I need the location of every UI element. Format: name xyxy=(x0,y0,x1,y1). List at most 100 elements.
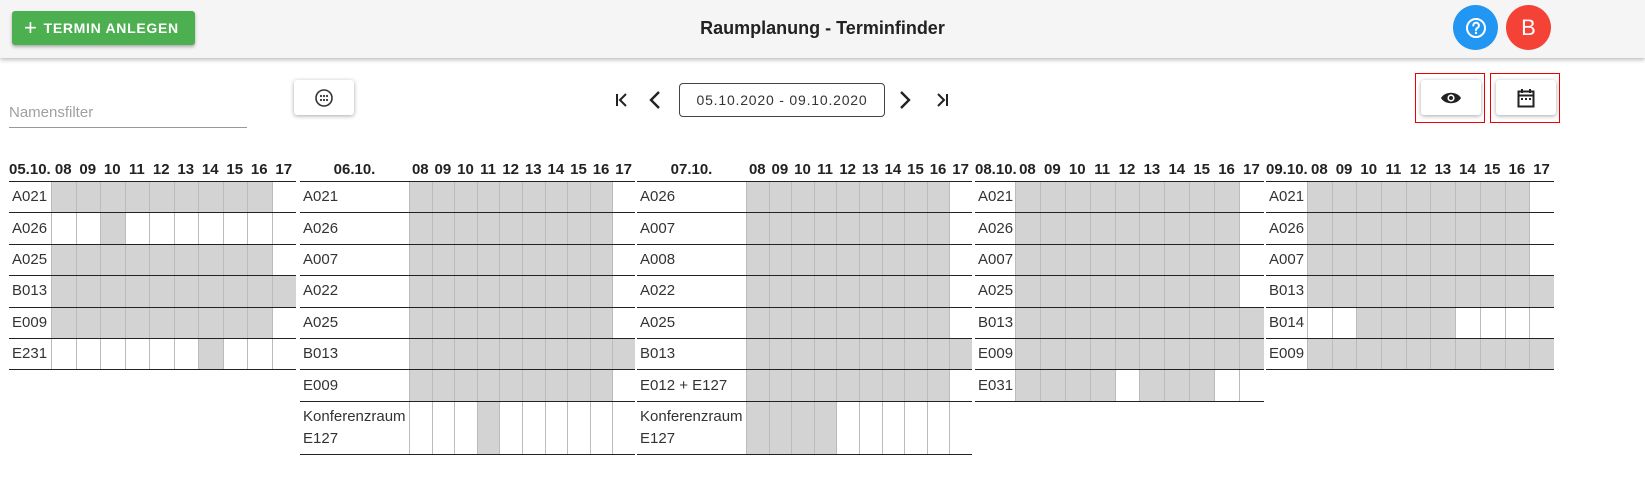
booked-slot[interactable] xyxy=(1307,338,1332,370)
booked-slot[interactable] xyxy=(1381,244,1406,276)
booked-slot[interactable] xyxy=(1164,370,1190,401)
booked-slot[interactable] xyxy=(1139,244,1165,276)
booked-slot[interactable] xyxy=(1430,276,1456,307)
booked-slot[interactable] xyxy=(499,276,522,307)
free-slot[interactable] xyxy=(1504,307,1530,338)
booked-slot[interactable] xyxy=(1504,182,1530,213)
free-slot[interactable] xyxy=(1214,370,1240,401)
booked-slot[interactable] xyxy=(791,338,814,370)
booked-slot[interactable] xyxy=(1381,307,1406,338)
booked-slot[interactable] xyxy=(904,244,927,276)
booked-slot[interactable] xyxy=(791,276,814,307)
booked-slot[interactable] xyxy=(836,244,859,276)
booked-slot[interactable] xyxy=(904,338,927,370)
booked-slot[interactable] xyxy=(1114,276,1140,307)
free-slot[interactable] xyxy=(271,307,296,338)
add-appointment-button[interactable]: + TERMIN ANLEGEN xyxy=(12,11,195,45)
booked-slot[interactable] xyxy=(454,370,477,401)
free-slot[interactable] xyxy=(544,401,568,455)
booked-slot[interactable] xyxy=(1381,338,1406,370)
booked-slot[interactable] xyxy=(124,244,149,276)
free-slot[interactable] xyxy=(612,370,635,401)
booked-slot[interactable] xyxy=(1356,244,1382,276)
free-slot[interactable] xyxy=(949,213,972,244)
booked-slot[interactable] xyxy=(1189,213,1215,244)
booked-slot[interactable] xyxy=(431,307,455,338)
booked-slot[interactable] xyxy=(768,244,792,276)
booked-slot[interactable] xyxy=(858,276,882,307)
booked-slot[interactable] xyxy=(1039,244,1065,276)
booked-slot[interactable] xyxy=(791,213,814,244)
booked-slot[interactable] xyxy=(836,276,859,307)
booked-slot[interactable] xyxy=(454,182,477,213)
booked-slot[interactable] xyxy=(1430,307,1456,338)
booked-slot[interactable] xyxy=(149,182,174,213)
booked-slot[interactable] xyxy=(768,213,792,244)
booked-slot[interactable] xyxy=(1214,276,1240,307)
free-slot[interactable] xyxy=(567,401,590,455)
booked-slot[interactable] xyxy=(198,338,223,370)
booked-slot[interactable] xyxy=(1405,338,1431,370)
booked-slot[interactable] xyxy=(100,244,125,276)
free-slot[interactable] xyxy=(1239,370,1264,401)
free-slot[interactable] xyxy=(1529,244,1554,276)
booked-slot[interactable] xyxy=(1089,338,1115,370)
booked-slot[interactable] xyxy=(100,276,125,307)
booked-slot[interactable] xyxy=(409,244,432,276)
date-range-field[interactable]: 05.10.2020 - 09.10.2020 xyxy=(679,83,885,117)
booked-slot[interactable] xyxy=(589,338,613,370)
free-slot[interactable] xyxy=(173,213,198,244)
booked-slot[interactable] xyxy=(499,338,522,370)
booked-slot[interactable] xyxy=(521,338,545,370)
booked-slot[interactable] xyxy=(1089,182,1115,213)
free-slot[interactable] xyxy=(51,213,76,244)
free-slot[interactable] xyxy=(271,338,296,370)
booked-slot[interactable] xyxy=(1114,182,1140,213)
booked-slot[interactable] xyxy=(222,276,247,307)
booked-slot[interactable] xyxy=(567,244,590,276)
free-slot[interactable] xyxy=(1239,244,1264,276)
booked-slot[interactable] xyxy=(858,244,882,276)
booked-slot[interactable] xyxy=(1455,244,1480,276)
booked-slot[interactable] xyxy=(791,370,814,401)
free-slot[interactable] xyxy=(904,401,927,455)
booked-slot[interactable] xyxy=(1405,213,1431,244)
booked-slot[interactable] xyxy=(1405,276,1431,307)
booked-slot[interactable] xyxy=(521,244,545,276)
booked-slot[interactable] xyxy=(1089,370,1115,401)
booked-slot[interactable] xyxy=(1189,307,1215,338)
booked-slot[interactable] xyxy=(454,276,477,307)
booked-slot[interactable] xyxy=(567,370,590,401)
booked-slot[interactable] xyxy=(476,401,500,455)
booked-slot[interactable] xyxy=(1064,276,1090,307)
booked-slot[interactable] xyxy=(499,244,522,276)
booked-slot[interactable] xyxy=(100,213,125,244)
booked-slot[interactable] xyxy=(881,307,905,338)
booked-slot[interactable] xyxy=(949,338,972,370)
booked-slot[interactable] xyxy=(836,182,859,213)
booked-slot[interactable] xyxy=(567,213,590,244)
booked-slot[interactable] xyxy=(247,244,272,276)
free-slot[interactable] xyxy=(612,182,635,213)
booked-slot[interactable] xyxy=(858,307,882,338)
booked-slot[interactable] xyxy=(813,370,837,401)
booked-slot[interactable] xyxy=(746,338,769,370)
booked-slot[interactable] xyxy=(1381,276,1406,307)
booked-slot[interactable] xyxy=(567,338,590,370)
booked-slot[interactable] xyxy=(1114,244,1140,276)
booked-slot[interactable] xyxy=(1239,338,1264,370)
free-slot[interactable] xyxy=(222,338,247,370)
booked-slot[interactable] xyxy=(124,182,149,213)
booked-slot[interactable] xyxy=(881,338,905,370)
booked-slot[interactable] xyxy=(926,307,950,338)
booked-slot[interactable] xyxy=(589,307,613,338)
booked-slot[interactable] xyxy=(791,307,814,338)
booked-slot[interactable] xyxy=(1529,338,1554,370)
booked-slot[interactable] xyxy=(1356,276,1382,307)
booked-slot[interactable] xyxy=(746,276,769,307)
free-slot[interactable] xyxy=(1529,307,1554,338)
free-slot[interactable] xyxy=(1529,213,1554,244)
booked-slot[interactable] xyxy=(567,307,590,338)
free-slot[interactable] xyxy=(858,401,882,455)
booked-slot[interactable] xyxy=(1189,370,1215,401)
